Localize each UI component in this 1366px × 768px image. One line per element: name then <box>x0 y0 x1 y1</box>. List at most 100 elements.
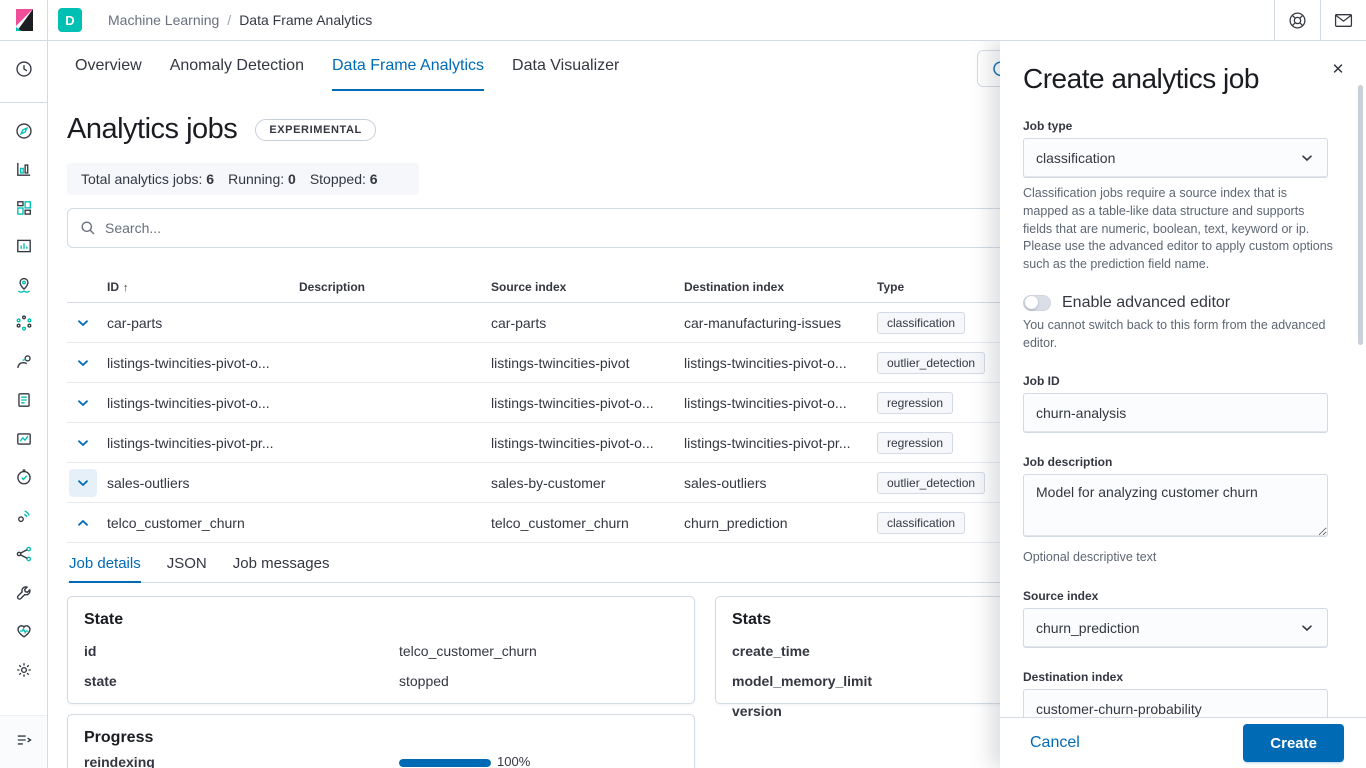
source-index-cell: listings-twincities-pivot <box>489 343 682 383</box>
sidebar-item-machine-learning[interactable] <box>8 307 40 339</box>
sidebar-item-metrics[interactable] <box>8 423 40 455</box>
sidebar-item-apm[interactable] <box>8 500 40 532</box>
create-button[interactable]: Create <box>1243 724 1344 762</box>
progress-bar-fill <box>399 759 491 767</box>
expander-cell <box>67 503 105 543</box>
job-id-cell: listings-twincities-pivot-o... <box>105 343 297 383</box>
page-title: Analytics jobs <box>67 113 237 146</box>
job-type-help-text: Classification jobs require a source ind… <box>1023 185 1335 274</box>
experimental-badge: EXPERIMENTAL <box>255 119 376 141</box>
destination-index-cell: listings-twincities-pivot-o... <box>682 343 875 383</box>
space-badge[interactable]: D <box>58 8 82 32</box>
flyout-scrollbar[interactable] <box>1358 85 1363 345</box>
summary-item: Total analytics jobs: 6 <box>81 171 214 187</box>
jobs-summary-bar: Total analytics jobs: 6 Running: 0 Stopped… <box>67 163 419 195</box>
row-expand-button[interactable] <box>69 349 97 377</box>
row-expand-button[interactable] <box>69 469 97 497</box>
chevron-up-icon <box>75 515 91 531</box>
create-analytics-job-flyout: ✕ Create analytics job Job type classifi… <box>1000 41 1366 768</box>
progress-bar <box>399 759 491 767</box>
close-icon[interactable]: ✕ <box>1328 59 1348 79</box>
destination-index-cell: listings-twincities-pivot-pr... <box>682 423 875 463</box>
sidebar-item-canvas[interactable] <box>8 230 40 262</box>
sidebar-item-monitoring[interactable] <box>8 615 40 647</box>
summary-item: Stopped: 6 <box>310 171 378 187</box>
flyout-title: Create analytics job <box>1023 63 1328 95</box>
job-id-cell: listings-twincities-pivot-pr... <box>105 423 297 463</box>
detail-tab-job-details[interactable]: Job details <box>69 555 141 583</box>
type-badge: outlier_detection <box>877 352 985 374</box>
job-id-cell: car-parts <box>105 303 297 343</box>
column-header-destination-index[interactable]: Destination index <box>682 274 875 303</box>
tab-overview[interactable]: Overview <box>75 57 142 91</box>
sidebar-item-code[interactable] <box>8 538 40 570</box>
progress-row: reindexing100% <box>84 754 678 768</box>
source-index-select[interactable]: churn_prediction <box>1023 608 1328 648</box>
search-icon <box>80 220 96 236</box>
job-description-help-text: Optional descriptive text <box>1023 549 1335 567</box>
type-badge: classification <box>877 512 965 534</box>
type-badge: outlier_detection <box>877 472 985 494</box>
tab-data-frame-analytics[interactable]: Data Frame Analytics <box>332 57 484 91</box>
progress-percent: 100% <box>497 754 530 768</box>
summary-value: 6 <box>370 171 378 187</box>
destination-index-cell: listings-twincities-pivot-o... <box>682 383 875 423</box>
row-expand-button[interactable] <box>69 429 97 457</box>
sort-arrow-icon: ↑ <box>123 282 129 294</box>
detail-tab-json[interactable]: JSON <box>167 555 207 582</box>
job-description-cell <box>297 463 489 503</box>
tab-anomaly-detection[interactable]: Anomaly Detection <box>170 57 304 91</box>
expander-cell <box>67 303 105 343</box>
expander-cell <box>67 383 105 423</box>
advanced-editor-toggle[interactable] <box>1023 295 1051 311</box>
flyout-footer: Cancel Create <box>1000 717 1366 768</box>
column-header-description[interactable]: Description <box>297 274 489 303</box>
type-badge: regression <box>877 432 953 454</box>
job-description-cell <box>297 303 489 343</box>
job-id-cell: sales-outliers <box>105 463 297 503</box>
sidebar-item-visualize[interactable] <box>8 153 40 185</box>
breadcrumb-separator: / <box>227 12 231 28</box>
sidebar-item-management[interactable] <box>8 654 40 686</box>
source-index-cell: listings-twincities-pivot-o... <box>489 383 682 423</box>
cancel-button[interactable]: Cancel <box>1030 734 1080 752</box>
sidebar-item-dev-tools[interactable] <box>8 577 40 609</box>
newsfeed-button[interactable] <box>1321 0 1366 40</box>
column-header-id[interactable]: ID↑ <box>105 274 297 303</box>
type-badge: regression <box>877 392 953 414</box>
breadcrumb-machine-learning[interactable]: Machine Learning <box>108 12 219 28</box>
sidebar-item-maps[interactable] <box>8 269 40 301</box>
job-type-select[interactable]: classification <box>1023 138 1328 178</box>
help-button[interactable] <box>1275 0 1320 40</box>
tab-data-visualizer[interactable]: Data Visualizer <box>512 57 619 91</box>
sidebar-item-dashboard[interactable] <box>8 192 40 224</box>
chevron-down-icon <box>1299 620 1315 636</box>
progress-card-title: Progress <box>84 729 678 747</box>
chevron-down-icon <box>1299 150 1315 166</box>
breadcrumb-current: Data Frame Analytics <box>239 12 372 28</box>
state-card-title: State <box>84 611 678 629</box>
sidebar-item-logs[interactable] <box>8 384 40 416</box>
sidebar-item-recently-viewed[interactable] <box>8 53 40 85</box>
sidebar-item-uptime[interactable] <box>8 461 40 493</box>
row-expand-button[interactable] <box>69 309 97 337</box>
job-description-cell <box>297 343 489 383</box>
job-id-input[interactable] <box>1023 393 1328 433</box>
state-value: telco_customer_churn <box>399 643 537 659</box>
sidebar-item-graph[interactable] <box>8 346 40 378</box>
row-expand-button[interactable] <box>69 389 97 417</box>
detail-tab-job-messages[interactable]: Job messages <box>233 555 330 582</box>
job-type-value: classification <box>1036 150 1115 166</box>
sidebar-item-discover[interactable] <box>8 115 40 147</box>
job-description-cell <box>297 503 489 543</box>
row-expand-button[interactable] <box>69 509 97 537</box>
job-description-textarea[interactable]: Model for analyzing customer churn <box>1023 474 1328 537</box>
destination-index-label: Destination index <box>1023 670 1328 684</box>
kibana-logo[interactable] <box>0 0 48 40</box>
sidebar-collapse-button[interactable] <box>8 724 40 756</box>
top-header: D Machine Learning / Data Frame Analytic… <box>0 0 1366 41</box>
destination-index-cell: churn_prediction <box>682 503 875 543</box>
column-header-source-index[interactable]: Source index <box>489 274 682 303</box>
job-id-cell: listings-twincities-pivot-o... <box>105 383 297 423</box>
summary-item: Running: 0 <box>228 171 296 187</box>
